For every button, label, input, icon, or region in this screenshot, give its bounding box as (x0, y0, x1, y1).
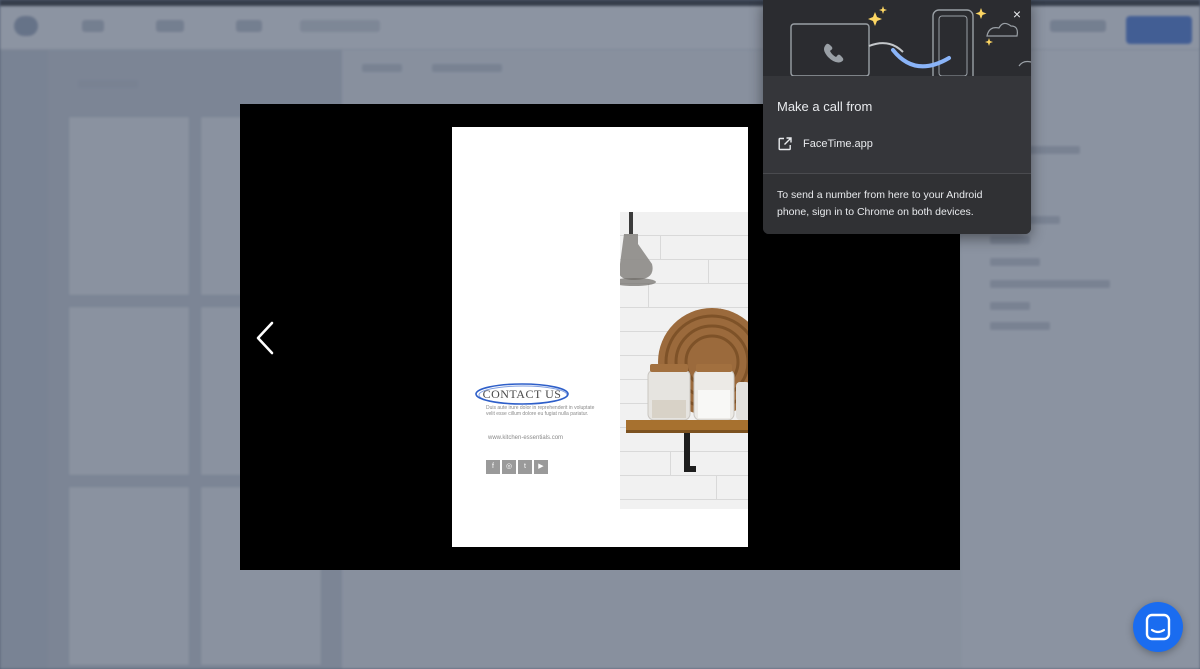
call-illustration (763, 0, 1031, 83)
facebook-icon: f (486, 460, 500, 474)
chat-icon (1145, 613, 1171, 641)
contact-us-title: CONTACT US (482, 387, 562, 401)
social-icons-row: f ◎ t ▶ (486, 460, 548, 474)
popup-title: Make a call from (777, 99, 873, 114)
android-signin-note: To send a number from here to your Andro… (777, 189, 983, 218)
close-icon: × (1012, 6, 1022, 22)
instagram-icon: ◎ (502, 460, 516, 474)
popup-footer-note: To send a number from here to your Andro… (763, 174, 1031, 234)
chrome-call-popup: × Make a call from FaceTime.app To send … (763, 0, 1031, 234)
open-external-icon (778, 137, 792, 151)
chevron-left-icon (256, 321, 274, 355)
twitter-icon: t (518, 460, 532, 474)
close-button[interactable]: × (1009, 6, 1025, 22)
previous-page-button[interactable] (252, 318, 282, 358)
brochure-page-preview: CONTACT US Duis aute irure dolor in repr… (452, 127, 748, 547)
chat-launcher-button[interactable] (1133, 602, 1183, 652)
website-url: www.kitchen-essentials.com (488, 435, 564, 441)
facetime-option[interactable]: FaceTime.app (763, 128, 1031, 160)
facetime-option-label: FaceTime.app (803, 138, 873, 150)
kitchen-shelf-photo (620, 212, 748, 509)
youtube-icon: ▶ (534, 460, 548, 474)
contact-body-text: Duis aute irure dolor in reprehenderit i… (486, 405, 595, 417)
